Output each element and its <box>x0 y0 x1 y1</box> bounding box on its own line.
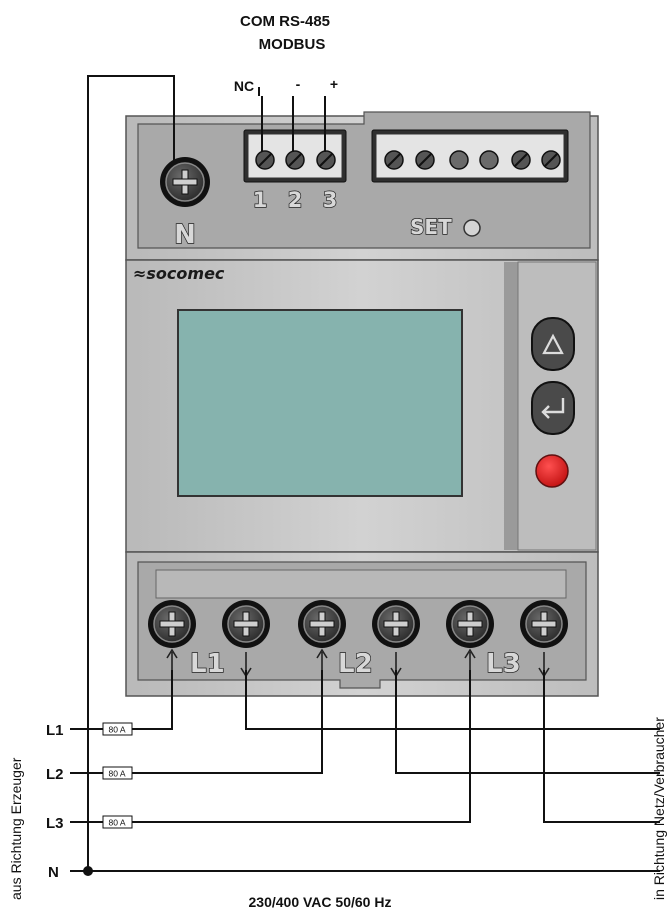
phase-label-l1: L1 <box>190 649 225 679</box>
header-line1: COM RS-485 <box>240 13 330 30</box>
screw-terminal-icon <box>148 600 196 648</box>
wiring-diagram: COM RS-485 MODBUS NC - + N 1 2 3 SET ≈so… <box>8 13 667 910</box>
screw-terminal-icon <box>160 157 210 207</box>
com-terminal-screws <box>255 150 336 170</box>
screw-terminal-icon <box>372 600 420 648</box>
pin-plus-label: + <box>330 76 338 92</box>
com-terminal-3: 3 <box>323 188 338 212</box>
brand-logo: ≈socomec <box>133 264 225 283</box>
line-label-n: N <box>48 864 59 881</box>
screw-terminal-icon <box>298 600 346 648</box>
screw-terminal-icon <box>446 600 494 648</box>
voltage-rating: 230/400 VAC 50/60 Hz <box>249 894 392 910</box>
header-line2: MODBUS <box>259 36 326 53</box>
pin-nc-label: NC <box>234 78 254 94</box>
line-label-l2: L2 <box>46 766 64 783</box>
phase-label-l2: L2 <box>338 649 373 679</box>
set-indicator-icon <box>463 219 481 237</box>
line-label-l1: L1 <box>46 722 64 739</box>
phase-label-l3: L3 <box>486 649 521 679</box>
enter-button-icon[interactable] <box>531 381 575 435</box>
screw-terminal-icon <box>222 600 270 648</box>
set-label: SET <box>410 215 452 239</box>
pin-minus-label: - <box>296 76 301 92</box>
red-button-icon[interactable] <box>535 454 569 488</box>
lcd-screen <box>177 309 463 497</box>
side-label-left: aus Richtung Erzeuger <box>8 757 24 900</box>
neutral-terminal-label: N <box>174 220 196 250</box>
up-arrow-button-icon[interactable] <box>531 317 575 371</box>
fuse-label-l2: 80 A <box>108 769 125 779</box>
line-label-l3: L3 <box>46 815 64 832</box>
fuse-label-l3: 80 A <box>108 818 125 828</box>
screw-terminal-icon <box>520 600 568 648</box>
com-terminal-2: 2 <box>288 188 303 212</box>
fuse-label-l1: 80 A <box>108 725 125 735</box>
com-terminal-1: 1 <box>253 188 268 212</box>
side-label-right: in Richtung Netz/Verbraucher <box>651 717 667 900</box>
